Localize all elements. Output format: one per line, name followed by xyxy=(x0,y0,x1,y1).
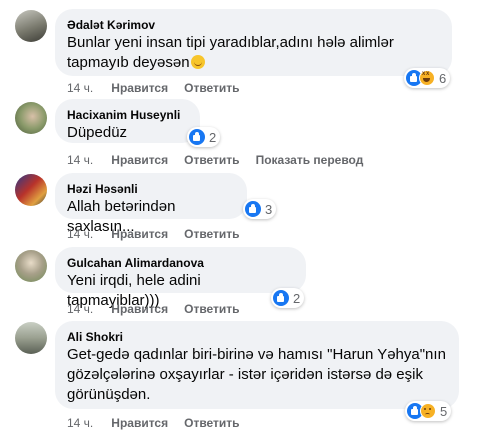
like-reaction-icon xyxy=(245,201,261,217)
comment-author[interactable]: Ədalət Kərimov xyxy=(67,17,440,33)
like-button[interactable]: Нравится xyxy=(111,301,168,317)
avatar[interactable] xyxy=(15,174,47,206)
comment-time[interactable]: 14 ч. xyxy=(67,80,93,96)
comment-actions: 14 ч. Нравится Ответить xyxy=(67,226,256,242)
comment-actions: 14 ч. Нравится Ответить xyxy=(67,80,256,96)
reaction-count: 2 xyxy=(209,129,217,145)
reply-button[interactable]: Ответить xyxy=(184,80,239,96)
avatar[interactable] xyxy=(15,10,47,42)
comment-bubble: Gulcahan Alimardanova Yeni irqdi, hele a… xyxy=(55,247,306,309)
comment-author[interactable]: Hacixanim Huseynli xyxy=(67,107,188,123)
comment-time[interactable]: 14 ч. xyxy=(67,301,93,317)
reply-button[interactable]: Ответить xyxy=(184,415,239,431)
comment-bubble: Hacixanim Huseynli Düpedüz xyxy=(55,99,200,143)
like-button[interactable]: Нравится xyxy=(111,226,168,242)
like-button[interactable]: Нравится xyxy=(111,80,168,96)
reply-button[interactable]: Ответить xyxy=(184,301,239,317)
comment-bubble: Ali Shokri Get-gedə qadınlar biri-birinə… xyxy=(55,321,459,409)
comment-text: Bunlar yeni insan tipi yaradıblar,adını … xyxy=(67,33,440,73)
like-reaction-icon xyxy=(273,290,289,306)
like-reaction-icon xyxy=(189,129,205,145)
reaction-summary[interactable]: 2 xyxy=(271,288,305,308)
sad-reaction-icon xyxy=(420,403,436,419)
comment-time[interactable]: 14 ч. xyxy=(67,226,93,242)
comment-actions: 14 ч. Нравится Ответить xyxy=(67,301,256,317)
like-button[interactable]: Нравится xyxy=(111,152,168,168)
reaction-summary[interactable]: 5 xyxy=(405,401,452,421)
comment-text-body: Bunlar yeni insan tipi yaradıblar,adını … xyxy=(67,34,399,71)
reaction-count: 5 xyxy=(440,403,448,419)
avatar[interactable] xyxy=(15,322,47,354)
comment-time[interactable]: 14 ч. xyxy=(67,415,93,431)
reaction-summary[interactable]: 2 xyxy=(187,127,221,147)
avatar[interactable] xyxy=(15,250,47,282)
reaction-summary[interactable]: 6 xyxy=(404,68,451,88)
comment-time[interactable]: 14 ч. xyxy=(67,152,93,168)
reaction-count: 6 xyxy=(439,70,447,86)
comment-author[interactable]: Gulcahan Alimardanova xyxy=(67,255,294,271)
reaction-count: 2 xyxy=(293,290,301,306)
reply-button[interactable]: Ответить xyxy=(184,152,239,168)
comment-bubble: Ədalət Kərimov Bunlar yeni insan tipi ya… xyxy=(55,9,452,76)
reply-button[interactable]: Ответить xyxy=(184,226,239,242)
comment-actions: 14 ч. Нравится Ответить xyxy=(67,415,256,431)
haha-reaction-icon xyxy=(419,70,435,86)
grin-sweat-emoji-icon xyxy=(190,55,205,69)
avatar[interactable] xyxy=(15,102,47,134)
comment-text: Düpedüz xyxy=(67,124,128,141)
comment-bubble: Həzi Həsənli Allah betərindən saxlasın..… xyxy=(55,173,247,235)
reaction-count: 3 xyxy=(265,201,273,217)
reaction-summary[interactable]: 3 xyxy=(243,199,277,219)
comment-actions: 14 ч. Нравится Ответить Показать перевод xyxy=(67,152,379,168)
like-button[interactable]: Нравится xyxy=(111,415,168,431)
comment-author[interactable]: Ali Shokri xyxy=(67,329,447,345)
comment-text: Get-gedə qadınlar biri-birinə və hamısı … xyxy=(67,346,451,403)
comment-author[interactable]: Həzi Həsənli xyxy=(67,181,235,197)
show-translation-button[interactable]: Показать перевод xyxy=(256,152,364,168)
